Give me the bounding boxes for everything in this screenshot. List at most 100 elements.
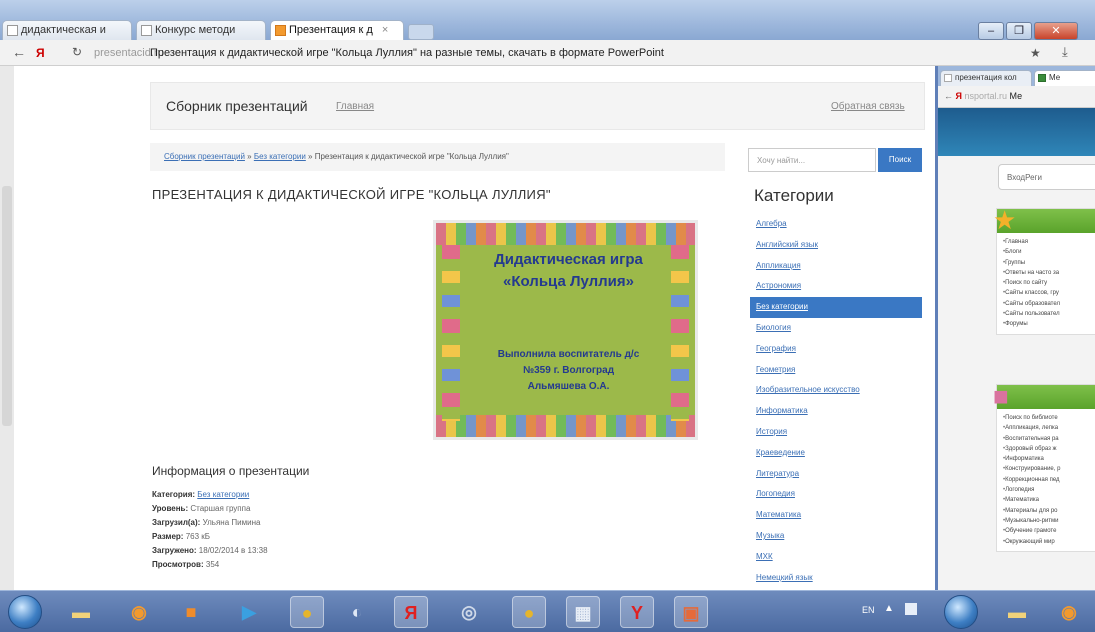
list-item[interactable]: Сайты пользовател (1003, 309, 1095, 319)
minimize-button[interactable]: – (978, 22, 1004, 40)
login-box[interactable]: ВходРеги (998, 164, 1095, 190)
slide-title: Дидактическая игра «Кольца Луллия» (466, 249, 671, 293)
list-item[interactable]: Блоги (1003, 247, 1095, 257)
list-item[interactable]: Окружающий мир (1003, 537, 1095, 547)
orange-app-icon[interactable]: ■ (174, 596, 208, 628)
list-item[interactable]: Логопедия (1003, 485, 1095, 495)
list-item[interactable]: Воспитательная ра (1003, 434, 1095, 444)
tab-2-active[interactable]: Презентация к д × (270, 20, 404, 40)
category-link[interactable]: Музыка (750, 526, 922, 547)
bookmark-star-icon[interactable]: ★ (1030, 46, 1041, 60)
breadcrumb-separator: » (247, 152, 252, 161)
tab-label: дидактическая и (21, 24, 106, 36)
avast-icon[interactable]: ◉ (1052, 596, 1086, 628)
category-link[interactable]: Литература (750, 464, 922, 485)
breadcrumb-current: Презентация к дидактической игре "Кольца… (314, 152, 509, 161)
category-link[interactable]: Астрономия (750, 276, 922, 297)
list-item[interactable]: Поиск по библиоте (1003, 413, 1095, 423)
category-link[interactable]: Логопедия (750, 484, 922, 505)
list-item[interactable]: Ответы на часто за (1003, 268, 1095, 278)
list-item[interactable]: Сайты классов, гру (1003, 288, 1095, 298)
list-item[interactable]: Аппликация, лепка (1003, 423, 1095, 433)
close-window-button[interactable]: ✕ (1034, 22, 1078, 40)
category-link[interactable]: Информатика (750, 401, 922, 422)
info-label: Просмотров: (152, 560, 204, 569)
category-link[interactable]: География (750, 339, 922, 360)
yandex-logo-icon[interactable]: Я (956, 91, 962, 101)
category-link[interactable]: История (750, 422, 922, 443)
category-link[interactable]: Краеведение (750, 443, 922, 464)
info-value: 18/02/2014 в 13:38 (198, 546, 268, 555)
chrome-icon[interactable]: ● (290, 596, 324, 628)
list-item[interactable]: Сайты образовател (1003, 299, 1095, 309)
category-link[interactable]: Биология (750, 318, 922, 339)
second-tab-1[interactable]: Ме (1034, 70, 1095, 86)
new-tab-button[interactable] (408, 24, 434, 40)
site-title[interactable]: Сборник презентаций (166, 98, 308, 114)
back-icon[interactable]: ← (944, 91, 956, 101)
folder-icon[interactable]: ▬ (64, 596, 98, 628)
category-link[interactable]: Без категории (750, 297, 922, 318)
avast-icon[interactable]: ◉ (122, 596, 156, 628)
search-input[interactable]: Хочу найти... (748, 148, 876, 172)
breadcrumb-separator: » (308, 152, 313, 161)
list-item[interactable]: Обучение грамоте (1003, 526, 1095, 536)
category-link[interactable]: Геометрия (750, 360, 922, 381)
category-link[interactable]: Английский язык (750, 235, 922, 256)
list-item[interactable]: Математика (1003, 495, 1095, 505)
breadcrumb-root-link[interactable]: Сборник презентаций (164, 152, 245, 161)
maximize-button[interactable]: ❐ (1006, 22, 1032, 40)
list-item[interactable]: Главная (1003, 237, 1095, 247)
language-indicator[interactable]: EN (862, 605, 875, 615)
presentation-icon[interactable]: ▣ (674, 596, 708, 628)
feedback-link[interactable]: Обратная связь (831, 101, 905, 112)
start-button[interactable] (8, 595, 42, 629)
tab-1[interactable]: Конкурс методи (136, 20, 266, 40)
media-player-icon[interactable]: ▶ (232, 596, 266, 628)
list-item[interactable]: Поиск по сайту (1003, 278, 1095, 288)
yandex-logo-icon[interactable]: Я (36, 46, 45, 60)
slide-birds-decoration (671, 245, 689, 421)
breadcrumb-category-link[interactable]: Без категории (254, 152, 306, 161)
tab-0[interactable]: дидактическая и (2, 20, 132, 40)
folder-icon[interactable]: ▬ (1000, 596, 1034, 628)
category-link[interactable]: Математика (750, 505, 922, 526)
category-link[interactable]: Изобразительное искусство (750, 380, 922, 401)
second-address-bar[interactable]: ← Я nsportal.ru Ме (938, 86, 1095, 108)
show-desktop-button[interactable] (905, 603, 917, 615)
back-icon[interactable]: ← (12, 44, 26, 60)
list-item[interactable]: Коррекционная пед (1003, 475, 1095, 485)
download-icon[interactable]: ⤓ (1062, 44, 1068, 60)
categories-title: Категории (754, 186, 834, 205)
calculator-icon[interactable]: ▦ (566, 596, 600, 628)
left-scroll-thumb[interactable] (2, 186, 12, 426)
category-link[interactable]: МХК (750, 547, 922, 568)
address-bar[interactable]: ← Я ↻ presentacid.ru Презентация к дидак… (0, 40, 1095, 66)
list-item[interactable]: Форумы (1003, 319, 1095, 329)
search-button[interactable]: Поиск (878, 148, 922, 172)
second-tab-0[interactable]: презентация кол (940, 70, 1032, 86)
search-app-icon[interactable]: ◎ (452, 596, 486, 628)
slide-preview[interactable]: Дидактическая игра «Кольца Луллия» Выпол… (433, 220, 698, 440)
list-item[interactable]: Музыкально-ритми (1003, 516, 1095, 526)
list-item[interactable]: Группы (1003, 258, 1095, 268)
yandex-icon[interactable]: Я (394, 596, 428, 628)
category-link[interactable]: Немецкий язык (750, 568, 922, 589)
category-link[interactable]: Аппликация (750, 256, 922, 277)
home-link[interactable]: Главная (336, 101, 374, 112)
sound-icon[interactable]: ◐ (340, 596, 374, 628)
reload-icon[interactable]: ↻ (72, 45, 82, 59)
favicon-icon (944, 74, 952, 82)
chrome-icon[interactable]: ● (512, 596, 546, 628)
list-item[interactable]: Здоровый образ ж (1003, 444, 1095, 454)
category-link[interactable]: Алгебра (750, 214, 922, 235)
yandex-browser-icon[interactable]: Y (620, 596, 654, 628)
tray-arrow-icon[interactable]: ▲ (884, 603, 894, 614)
list-item[interactable]: Информатика (1003, 454, 1095, 464)
second-browser-window[interactable]: презентация кол Ме ← Я nsportal.ru Ме Вх… (935, 66, 1095, 590)
list-item[interactable]: Материалы для ро (1003, 506, 1095, 516)
tab-close-icon[interactable]: × (382, 24, 388, 36)
start-button-second[interactable] (944, 595, 978, 629)
list-item[interactable]: Конструирование, р (1003, 464, 1095, 474)
info-category-link[interactable]: Без категории (197, 490, 249, 499)
